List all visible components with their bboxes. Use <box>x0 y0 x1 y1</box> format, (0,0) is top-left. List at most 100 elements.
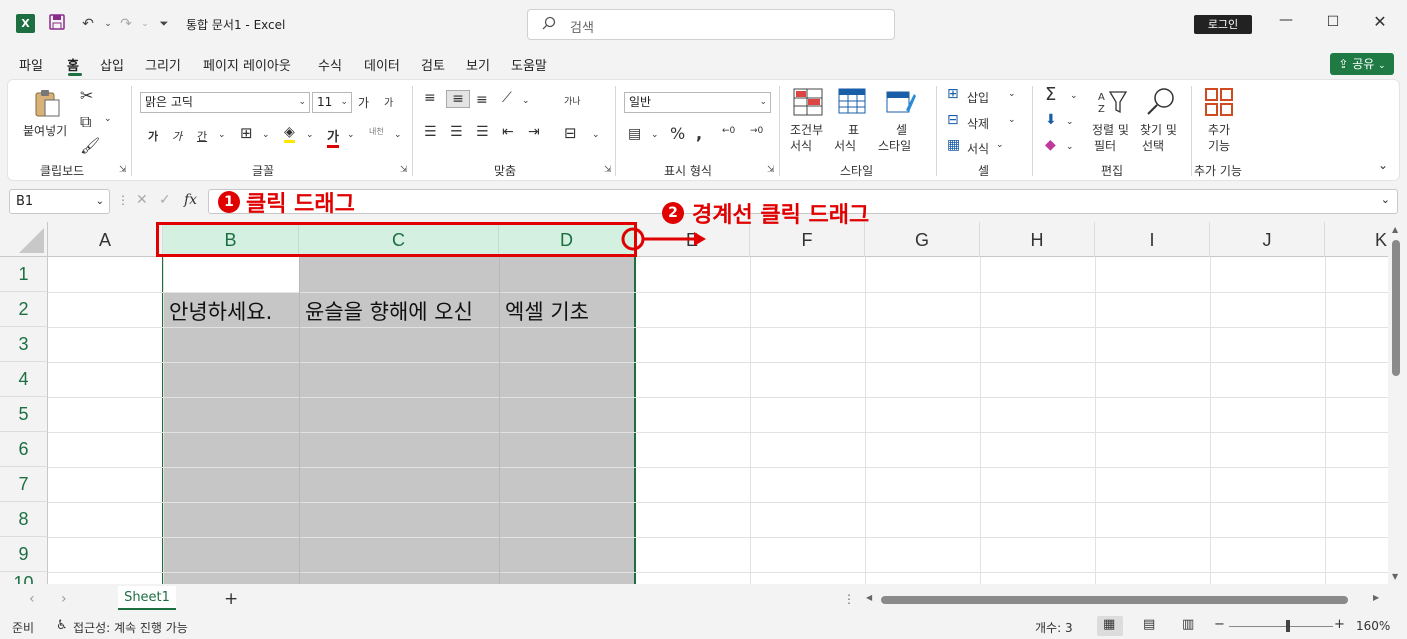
bold-button[interactable]: 가 <box>148 128 158 144</box>
chevron-down-icon[interactable]: ⌄ <box>394 130 402 140</box>
page-break-view-icon[interactable]: ▥ <box>1182 617 1194 632</box>
delete-cells-label[interactable]: 삭제 <box>967 115 989 132</box>
delete-cells-icon[interactable]: ⊟ <box>947 112 959 128</box>
format-cells-icon[interactable]: ▦ <box>947 137 960 153</box>
column-header-a[interactable]: A <box>48 222 163 257</box>
undo-icon[interactable]: ↶ <box>78 14 98 34</box>
alignment-launcher-icon[interactable]: ⇲ <box>604 165 612 175</box>
sort-filter-icon[interactable]: AZ <box>1098 88 1128 118</box>
cell-styles-icon[interactable] <box>886 88 916 118</box>
chevron-down-icon[interactable]: ⌄ <box>522 96 530 106</box>
conditional-formatting-label-1[interactable]: 조건부 <box>790 121 823 138</box>
chevron-down-icon[interactable]: ⌄ <box>1066 142 1074 152</box>
tab-draw[interactable]: 그리기 <box>145 55 181 74</box>
wrap-text-button[interactable]: 가나 <box>564 94 581 107</box>
row-header-4[interactable]: 4 <box>0 362 48 397</box>
addins-label-2[interactable]: 기능 <box>1208 137 1230 154</box>
chevron-down-icon[interactable]: ⌄ <box>306 130 314 140</box>
italic-button[interactable]: 가 <box>172 128 182 144</box>
tab-review[interactable]: 검토 <box>421 55 445 74</box>
align-left-icon[interactable]: ☰ <box>424 124 437 140</box>
tab-view[interactable]: 보기 <box>466 55 490 74</box>
cell-c2[interactable]: 윤슬을 향해에 오신 <box>305 296 499 326</box>
zoom-slider-track[interactable] <box>1229 626 1333 627</box>
shrink-font-button[interactable]: 가 <box>384 94 393 109</box>
cell-styles-label-1[interactable]: 셀 <box>896 121 907 138</box>
align-middle-icon[interactable]: ≡ <box>446 90 470 108</box>
format-painter-icon[interactable]: 🖌 <box>80 136 100 155</box>
orientation-icon[interactable]: ⟋ <box>502 90 512 106</box>
fill-color-icon[interactable]: ◈ <box>284 124 295 143</box>
increase-decimal-icon[interactable]: ←0 <box>722 126 735 136</box>
column-header-g[interactable]: G <box>865 222 980 257</box>
row-header-3[interactable]: 3 <box>0 327 48 362</box>
chevron-down-icon[interactable]: ⌄ <box>218 130 226 140</box>
spreadsheet-grid[interactable]: A B C D E F G H I J K 1 2 3 4 5 6 7 8 9 … <box>0 222 1388 584</box>
font-size-select[interactable]: 11 ⌄ <box>312 92 352 113</box>
row-header-2[interactable]: 2 <box>0 292 48 327</box>
horizontal-scroll-thumb[interactable] <box>881 596 1348 604</box>
addins-icon[interactable] <box>1205 88 1235 118</box>
chevron-down-icon[interactable]: ⌄ <box>1008 115 1016 125</box>
row-header-5[interactable]: 5 <box>0 397 48 432</box>
conditional-formatting-icon[interactable] <box>793 88 823 118</box>
align-bottom-icon[interactable]: ≡ <box>476 92 488 108</box>
insert-cells-label[interactable]: 삽입 <box>967 89 989 106</box>
accessibility-status[interactable]: 접근성: 계속 진행 가능 <box>73 619 188 636</box>
grow-font-button[interactable]: 가 <box>358 94 369 111</box>
row-header-10[interactable]: 10 <box>0 572 48 584</box>
font-launcher-icon[interactable]: ⇲ <box>400 165 408 175</box>
search-box[interactable]: 검색 <box>527 9 895 40</box>
tab-help[interactable]: 도움말 <box>511 55 547 74</box>
align-top-icon[interactable]: ≡ <box>424 90 436 106</box>
insert-cells-icon[interactable]: ⊞ <box>947 86 959 102</box>
page-layout-view-icon[interactable]: ▤ <box>1143 617 1155 632</box>
vertical-scroll-thumb[interactable] <box>1392 240 1400 376</box>
chevron-down-icon[interactable]: ⌄ <box>347 130 355 140</box>
enter-icon[interactable]: ✓ <box>159 192 171 208</box>
insert-function-button[interactable]: fx <box>184 192 197 208</box>
fill-icon[interactable]: ⬇ <box>1045 112 1057 128</box>
format-as-table-label-1[interactable]: 표 <box>848 121 859 138</box>
undo-dropdown-icon[interactable]: ⌄ <box>98 14 118 34</box>
comma-style-icon[interactable]: , <box>696 124 702 143</box>
close-icon[interactable]: ✕ <box>1370 12 1390 31</box>
column-header-k[interactable]: K <box>1325 222 1388 257</box>
autosum-icon[interactable]: Σ <box>1045 84 1056 105</box>
clear-icon[interactable]: ◆ <box>1045 137 1056 153</box>
chevron-down-icon[interactable]: ⌄ <box>1008 89 1016 99</box>
tab-home[interactable]: 홈 <box>67 55 79 74</box>
prev-sheet-icon[interactable]: ‹ <box>29 591 35 607</box>
next-sheet-icon[interactable]: › <box>61 591 67 607</box>
format-as-table-label-2[interactable]: 서식 <box>834 137 856 154</box>
chevron-down-icon[interactable]: ⌄ <box>996 140 1004 150</box>
select-all-button[interactable] <box>0 222 48 257</box>
zoom-level[interactable]: 160% <box>1356 619 1390 633</box>
chevron-down-icon[interactable]: ⌄ <box>104 114 112 124</box>
sort-filter-label-2[interactable]: 필터 <box>1094 137 1116 154</box>
sort-filter-label-1[interactable]: 정렬 및 <box>1092 121 1129 138</box>
tab-file[interactable]: 파일 <box>19 55 43 74</box>
addins-label-1[interactable]: 추가 <box>1208 121 1230 138</box>
align-right-icon[interactable]: ☰ <box>476 124 489 140</box>
paste-label[interactable]: 붙여넣기 <box>23 122 67 139</box>
decrease-decimal-icon[interactable]: →0 <box>750 126 763 136</box>
find-select-label-1[interactable]: 찾기 및 <box>1140 121 1177 138</box>
column-header-h[interactable]: H <box>980 222 1095 257</box>
cell-b2[interactable]: 안녕하세요. <box>169 296 297 326</box>
tab-page-layout[interactable]: 페이지 레이아웃 <box>203 55 291 74</box>
align-center-icon[interactable]: ☰ <box>450 124 463 140</box>
save-icon[interactable] <box>47 14 67 34</box>
zoom-slider-thumb[interactable] <box>1286 620 1290 632</box>
decrease-indent-icon[interactable]: ⇤ <box>502 124 514 140</box>
active-cell-b1[interactable] <box>164 257 299 292</box>
format-as-table-icon[interactable] <box>838 88 868 118</box>
name-box[interactable]: B1 ⌄ <box>9 189 110 214</box>
row-header-7[interactable]: 7 <box>0 467 48 502</box>
column-header-j[interactable]: J <box>1210 222 1325 257</box>
add-sheet-button[interactable]: + <box>224 589 238 609</box>
underline-button[interactable]: 간 <box>197 128 207 144</box>
ribbon-collapse-icon[interactable]: ⌄ <box>1378 158 1388 172</box>
tab-split-grip-icon[interactable]: ⋮ <box>843 592 855 606</box>
tab-insert[interactable]: 삽입 <box>100 55 124 74</box>
